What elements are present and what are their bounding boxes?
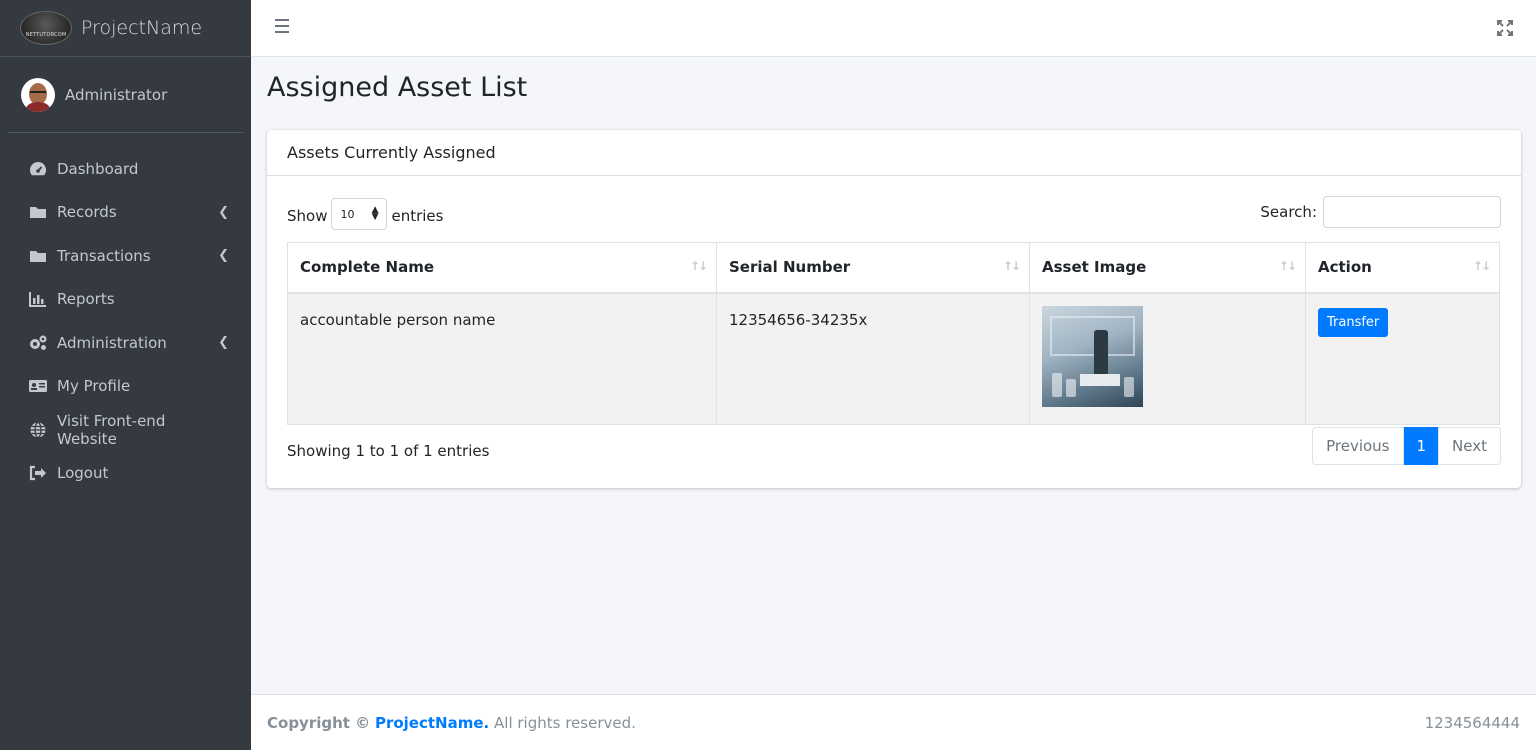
pagination-next[interactable]: Next bbox=[1438, 427, 1501, 465]
sidebar-item-label: Transactions bbox=[57, 246, 151, 265]
footer-copyright: Copyright © ProjectName. All rights rese… bbox=[267, 714, 636, 732]
folder-icon bbox=[28, 202, 48, 222]
sidebar-item-label: Reports bbox=[57, 290, 115, 309]
sidebar-item-label: Records bbox=[57, 203, 117, 222]
page-title: Assigned Asset List bbox=[267, 72, 528, 103]
pagination-page-1[interactable]: 1 bbox=[1403, 427, 1440, 465]
column-header-asset-image[interactable]: Asset Image ↑↓ bbox=[1029, 242, 1306, 294]
menu-toggle-icon[interactable] bbox=[275, 19, 289, 35]
footer-brand-link[interactable]: ProjectName. bbox=[375, 714, 489, 732]
sidebar-nav: Dashboard Records ❮ Transactions ❮ Repor… bbox=[0, 133, 251, 495]
globe-icon bbox=[28, 420, 48, 440]
user-panel[interactable]: Administrator bbox=[8, 57, 243, 133]
asset-thumbnail[interactable] bbox=[1042, 305, 1143, 407]
column-header-serial-number[interactable]: Serial Number ↑↓ bbox=[716, 242, 1030, 294]
sort-icon: ↑↓ bbox=[1472, 259, 1491, 273]
brand-logo: NETTUTORCOM bbox=[20, 11, 72, 45]
cell-complete-name: accountable person name bbox=[287, 292, 717, 425]
avatar bbox=[21, 77, 55, 112]
sidebar-item-records[interactable]: Records ❮ bbox=[0, 191, 251, 235]
sort-icon: ↑↓ bbox=[1278, 259, 1297, 273]
footer-right-text: 1234564444 bbox=[1424, 714, 1520, 732]
sidebar-item-reports[interactable]: Reports bbox=[0, 278, 251, 322]
rights-text: All rights reserved. bbox=[494, 714, 636, 732]
assets-card: Assets Currently Assigned Show 10 ▲ ▼ ent… bbox=[267, 130, 1521, 488]
search-input[interactable] bbox=[1323, 196, 1501, 228]
table-info: Showing 1 to 1 of 1 entries bbox=[287, 442, 490, 460]
sidebar-item-my-profile[interactable]: My Profile bbox=[0, 365, 251, 409]
column-header-action[interactable]: Action ↑↓ bbox=[1305, 242, 1500, 294]
chevron-left-icon: ❮ bbox=[218, 248, 229, 264]
chevron-left-icon: ❮ bbox=[218, 335, 229, 351]
sidebar-item-label: My Profile bbox=[57, 377, 131, 396]
transfer-button[interactable]: Transfer bbox=[1318, 307, 1389, 337]
show-label: Show bbox=[287, 207, 328, 225]
footer: Copyright © ProjectName. All rights rese… bbox=[251, 694, 1536, 750]
sign-out-icon bbox=[28, 463, 48, 483]
sidebar-item-dashboard[interactable]: Dashboard bbox=[0, 147, 251, 191]
pagination: Previous 1 Next bbox=[1312, 427, 1501, 465]
sort-icon: ↑↓ bbox=[689, 259, 708, 273]
sort-updown-icon: ▲ ▼ bbox=[371, 205, 379, 222]
id-card-icon bbox=[28, 376, 48, 396]
entries-length: Show 10 ▲ ▼ entries bbox=[287, 198, 444, 232]
table-search: Search: bbox=[1260, 196, 1501, 228]
top-navbar bbox=[251, 0, 1536, 57]
table-controls: Show 10 ▲ ▼ entries Search: bbox=[287, 196, 1501, 230]
card-title: Assets Currently Assigned bbox=[267, 130, 1521, 176]
assets-table: Complete Name ↑↓ Serial Number ↑↓ Asset Im… bbox=[287, 242, 1500, 425]
sidebar-item-transactions[interactable]: Transactions ❮ bbox=[0, 234, 251, 278]
sidebar-item-label: Logout bbox=[57, 464, 109, 483]
entries-label: entries bbox=[391, 207, 444, 225]
sidebar-item-label: Visit Front-end Website bbox=[57, 411, 166, 448]
cell-serial-number: 12354656-34235x bbox=[716, 292, 1030, 425]
sidebar-item-label: Dashboard bbox=[57, 159, 139, 178]
sidebar-item-administration[interactable]: Administration ❮ bbox=[0, 321, 251, 365]
cell-asset-image bbox=[1029, 292, 1306, 425]
brand-link[interactable]: NETTUTORCOM ProjectName bbox=[0, 0, 251, 57]
folder-icon bbox=[28, 246, 48, 266]
search-label: Search: bbox=[1260, 203, 1317, 221]
column-header-complete-name[interactable]: Complete Name ↑↓ bbox=[287, 242, 717, 294]
pagination-previous[interactable]: Previous bbox=[1312, 427, 1404, 465]
bar-chart-icon bbox=[28, 289, 48, 309]
tachometer-icon bbox=[28, 159, 48, 179]
entries-select[interactable]: 10 ▲ ▼ bbox=[331, 198, 388, 230]
user-name: Administrator bbox=[65, 85, 168, 104]
entries-value: 10 bbox=[340, 207, 355, 221]
table-row: accountable person name 12354656-34235x … bbox=[287, 292, 1500, 425]
brand-name: ProjectName bbox=[81, 17, 203, 39]
sidebar: NETTUTORCOM ProjectName Administrator Da… bbox=[0, 0, 251, 750]
sidebar-item-logout[interactable]: Logout bbox=[0, 452, 251, 496]
sidebar-item-label: Administration bbox=[57, 333, 167, 352]
chevron-left-icon: ❮ bbox=[218, 204, 229, 220]
copyright-label: Copyright © bbox=[267, 714, 371, 732]
cell-action: Transfer bbox=[1305, 292, 1500, 425]
fullscreen-icon[interactable] bbox=[1496, 19, 1514, 37]
cogs-icon bbox=[28, 333, 48, 353]
sidebar-item-visit-website[interactable]: Visit Front-end Website bbox=[0, 408, 251, 452]
sort-icon: ↑↓ bbox=[1002, 259, 1021, 273]
